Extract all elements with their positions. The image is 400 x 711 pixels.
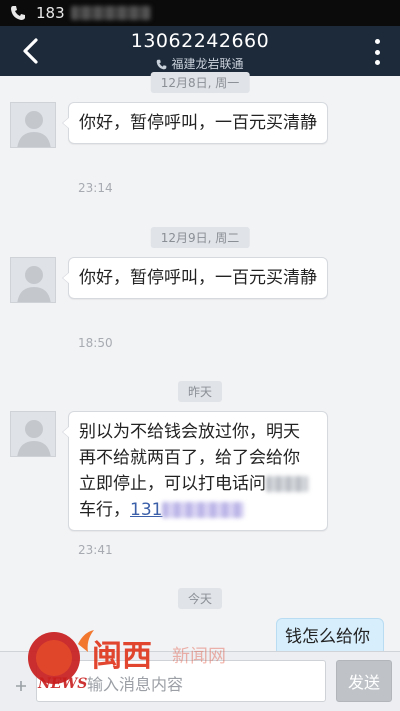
message-bubble[interactable]: 你好，暂停呼叫，一百元买清静 <box>62 257 328 299</box>
message-line: 别以为不给钱会放过你，明天 <box>79 422 300 442</box>
message-text: 车行， <box>79 500 130 520</box>
message-text: 立即停止，可以打电话问 <box>79 474 266 494</box>
date-separator: 今天 <box>177 588 223 609</box>
avatar[interactable] <box>10 257 56 303</box>
more-options-button[interactable] <box>372 39 382 65</box>
compose-bar: 输入消息内容 发送 <box>0 651 400 711</box>
date-separator: 12月9日, 周二 <box>150 227 250 248</box>
conversation-header: 13062242660 福建龙岩联通 <box>0 26 400 76</box>
default-avatar-icon <box>17 111 51 147</box>
avatar[interactable] <box>10 411 56 457</box>
contact-number: 13062242660 <box>130 30 270 52</box>
more-dot-icon <box>374 60 380 65</box>
phone-link[interactable]: 131 <box>130 500 245 520</box>
status-number: 183 <box>36 4 65 22</box>
message-line: 再不给就两百了，给了会给你 <box>79 448 300 468</box>
carrier-text: 福建龙岩联通 <box>171 57 244 71</box>
default-avatar-icon <box>17 420 51 456</box>
default-avatar-icon <box>17 266 51 302</box>
phone-link-text: 131 <box>130 500 163 520</box>
message-input[interactable]: 输入消息内容 <box>36 660 326 702</box>
blurred-number <box>70 6 151 20</box>
carrier-label: 福建龙岩联通 <box>0 55 400 72</box>
phone-icon <box>157 59 167 70</box>
message-bubble[interactable]: 你好，暂停呼叫，一百元买清静 <box>62 102 328 144</box>
message-time: 23:41 <box>78 543 113 557</box>
message-time: 18:50 <box>78 336 113 350</box>
message-bubble[interactable]: 别以为不给钱会放过你，明天 再不给就两百了，给了会给你 立即停止，可以打电话问 … <box>62 411 328 531</box>
phone-icon <box>11 6 25 20</box>
message-line: 立即停止，可以打电话问 <box>79 471 317 497</box>
redacted-link-digits <box>162 502 245 518</box>
redacted-number <box>266 476 308 492</box>
avatar[interactable] <box>10 102 56 148</box>
message-time: 23:14 <box>78 181 113 195</box>
send-button[interactable]: 发送 <box>336 660 392 702</box>
message-line: 车行，131 <box>79 497 317 523</box>
attach-plus-icon[interactable] <box>14 679 28 693</box>
date-separator: 12月8日, 周一 <box>150 72 250 93</box>
date-separator: 昨天 <box>177 381 223 402</box>
more-dot-icon <box>374 39 380 44</box>
more-dot-icon <box>374 49 380 55</box>
status-bar: 183 <box>0 0 400 26</box>
